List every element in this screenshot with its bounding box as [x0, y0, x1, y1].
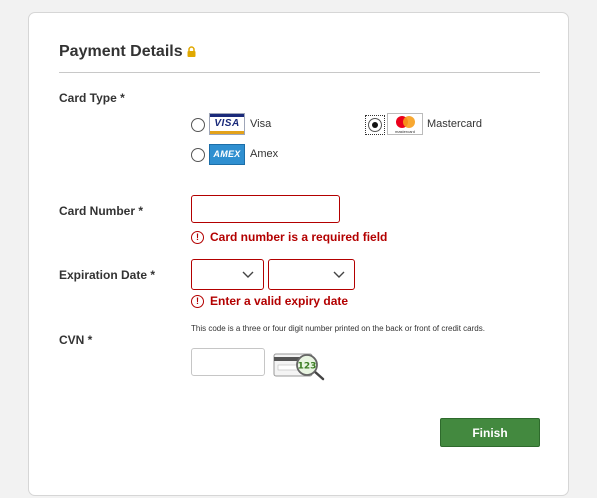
expiration-error: ! Enter a valid expiry date	[191, 294, 348, 308]
mastercard-logo: mastercard	[387, 113, 423, 135]
radio-mastercard[interactable]	[368, 118, 382, 132]
cvn-help-text: This code is a three or four digit numbe…	[191, 324, 485, 333]
divider	[59, 72, 540, 73]
page-title: Payment Details	[59, 43, 183, 60]
amex-label: Amex	[250, 148, 279, 160]
visa-logo: VISA	[209, 113, 245, 135]
card-number-error: ! Card number is a required field	[191, 230, 387, 244]
cvn-input[interactable]	[191, 348, 265, 376]
chevron-down-icon	[242, 271, 254, 278]
error-icon: !	[191, 294, 204, 308]
error-icon: !	[191, 230, 204, 244]
expiry-year-select[interactable]	[268, 259, 355, 290]
card-type-label: Card Type *	[59, 91, 125, 105]
payment-panel: Payment Details Card Type * VISA Visa ma…	[28, 12, 569, 496]
card-number-label: Card Number *	[59, 204, 144, 218]
amex-logo: AMEX	[209, 144, 245, 165]
card-number-input[interactable]	[191, 195, 340, 223]
finish-button[interactable]: Finish	[440, 418, 540, 447]
mastercard-label: Mastercard	[427, 118, 483, 130]
radio-visa[interactable]	[191, 118, 205, 132]
chevron-down-icon	[333, 271, 345, 278]
expiry-month-select[interactable]	[191, 259, 264, 290]
cvn-card-magnifier-icon: 123	[273, 353, 325, 381]
cvn-label: CVN *	[59, 333, 93, 347]
lock-icon	[187, 46, 196, 57]
radio-amex[interactable]	[191, 148, 205, 162]
visa-label: Visa	[250, 118, 272, 130]
expiration-date-label: Expiration Date *	[59, 268, 156, 282]
svg-text:123: 123	[298, 362, 317, 372]
